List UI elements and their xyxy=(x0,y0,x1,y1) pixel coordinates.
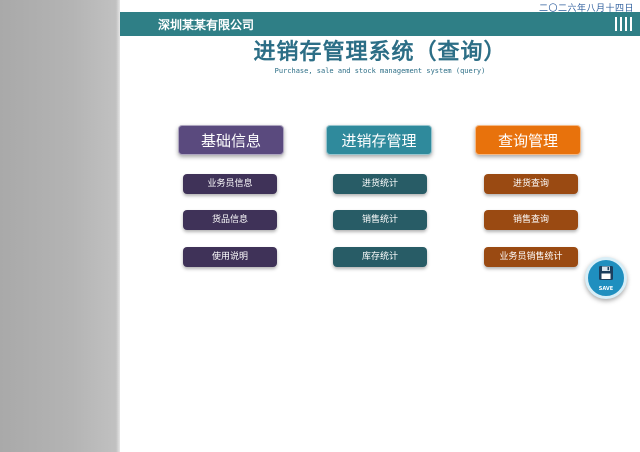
sales-query-button[interactable]: 销售查询 xyxy=(484,210,578,230)
save-label: SAVE xyxy=(598,286,614,292)
section-heading-basic-info[interactable]: 基础信息 xyxy=(178,125,284,155)
stock-stats-button[interactable]: 库存统计 xyxy=(333,247,427,267)
salesperson-sales-stats-button[interactable]: 业务员销售统计 xyxy=(484,247,578,267)
title-block: 进销存管理系统（查询） Purchase, sale and stock man… xyxy=(120,40,640,75)
left-gray-panel xyxy=(0,0,120,452)
salesperson-info-button[interactable]: 业务员信息 xyxy=(183,174,277,194)
sales-stats-button[interactable]: 销售统计 xyxy=(333,210,427,230)
company-name: 深圳某某有限公司 xyxy=(158,18,255,32)
section-heading-inventory-management[interactable]: 进销存管理 xyxy=(326,125,432,155)
page-subtitle: Purchase, sale and stock management syst… xyxy=(274,67,486,75)
floppy-disk-icon xyxy=(599,266,613,280)
purchase-stats-button[interactable]: 进货统计 xyxy=(333,174,427,194)
section-heading-query-management[interactable]: 查询管理 xyxy=(475,125,581,155)
save-button[interactable]: SAVE xyxy=(585,257,627,299)
header-bar: 深圳某某有限公司 xyxy=(120,12,640,36)
page-title: 进销存管理系统（查询） xyxy=(253,40,507,65)
purchase-query-button[interactable]: 进货查询 xyxy=(484,174,578,194)
goods-info-button[interactable]: 货品信息 xyxy=(183,210,277,230)
menu-bars-icon[interactable] xyxy=(615,17,632,31)
usage-guide-button[interactable]: 使用说明 xyxy=(183,247,277,267)
